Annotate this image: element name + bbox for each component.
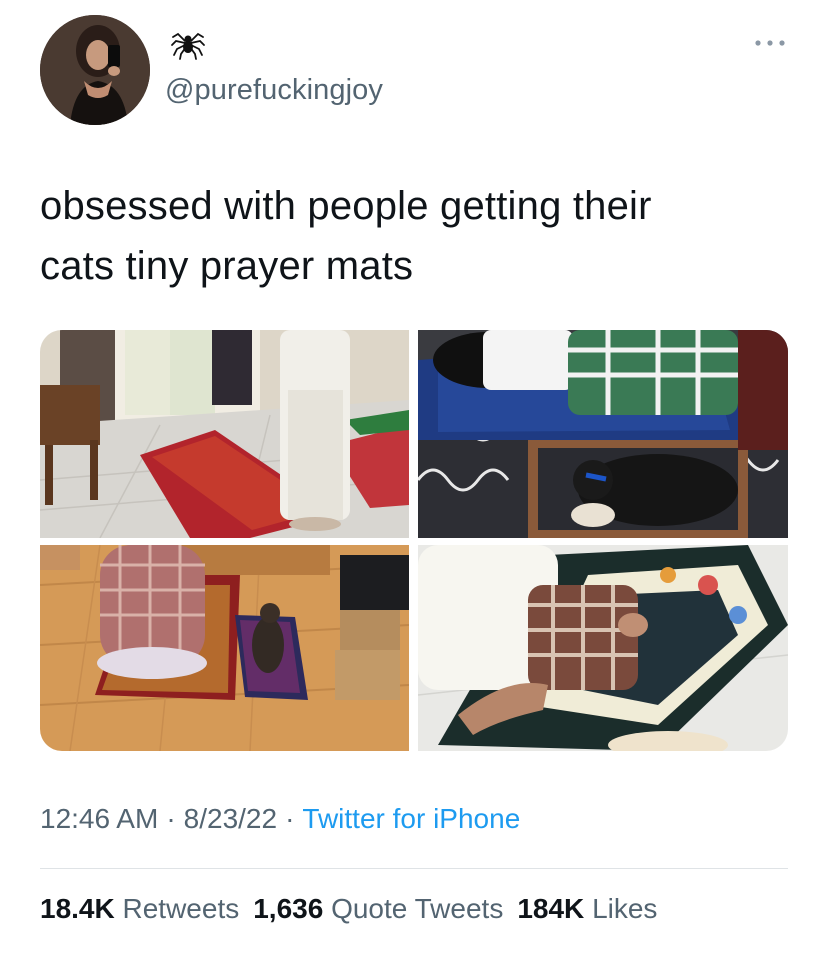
likes-count: 184K <box>517 893 585 924</box>
quote-tweets-stat[interactable]: 1,636 Quote Tweets <box>253 893 503 924</box>
tweet-time: 12:46 AM <box>40 803 159 834</box>
retweets-label: Retweets <box>122 893 240 924</box>
likes-label: Likes <box>592 893 658 924</box>
tweet-card: @purefuckingjoy obsessed with people get… <box>0 0 828 953</box>
quote-tweets-count: 1,636 <box>253 893 324 924</box>
tweet-meta: 12:46 AM · 8/23/22 · Twitter for iPhone <box>40 803 520 835</box>
divider <box>40 868 788 869</box>
quote-tweets-label: Quote Tweets <box>331 893 504 924</box>
media-photo-2[interactable] <box>418 330 788 538</box>
author-handle[interactable]: @purefuckingjoy <box>165 74 383 107</box>
more-horizontal-icon[interactable] <box>752 34 788 52</box>
spider-icon <box>171 32 205 60</box>
media-grid <box>40 330 788 751</box>
tweet-date: 8/23/22 <box>183 803 278 834</box>
tweet-stats: 18.4K Retweets 1,636 Quote Tweets 184K Lik… <box>40 893 657 925</box>
media-photo-3[interactable] <box>40 545 409 751</box>
user-avatar[interactable] <box>40 15 150 125</box>
tweet-text: obsessed with people getting their cats … <box>40 184 652 288</box>
media-photo-4[interactable] <box>418 545 788 751</box>
retweets-count: 18.4K <box>40 893 115 924</box>
meta-separator: · <box>166 803 176 834</box>
meta-separator: · <box>285 803 295 834</box>
tweet-source-link[interactable]: Twitter for iPhone <box>302 803 520 834</box>
retweets-stat[interactable]: 18.4K Retweets <box>40 893 239 924</box>
likes-stat[interactable]: 184K Likes <box>517 893 657 924</box>
media-photo-1[interactable] <box>40 330 409 538</box>
